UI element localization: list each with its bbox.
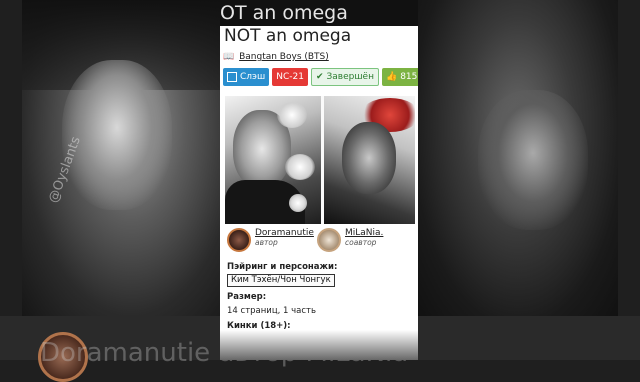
cover-flower: [277, 102, 307, 128]
check-icon: ✔: [315, 72, 324, 82]
coauthor-avatar[interactable]: [317, 228, 341, 252]
status-badge[interactable]: ✔ Завершён: [310, 68, 379, 86]
fandom-line: 📖 Bangtan Boys (BTS): [223, 52, 329, 62]
author-name[interactable]: Doramanutie: [255, 228, 314, 238]
coauthor-role: соавтор: [345, 238, 377, 247]
direction-badge[interactable]: Слэш: [223, 68, 270, 86]
bg-left-face: [62, 60, 172, 210]
cover-flower: [285, 154, 315, 180]
author-avatar[interactable]: [227, 228, 251, 252]
fandom-link[interactable]: Bangtan Boys (BTS): [239, 52, 329, 62]
size-heading: Размер:: [227, 292, 267, 302]
status-label: Завершён: [326, 72, 374, 82]
cover-image[interactable]: [225, 96, 415, 224]
pairing-tag[interactable]: Ким Тэхён/Чон Чонгук: [227, 274, 335, 287]
coauthor-name[interactable]: MiLaNia.: [345, 228, 383, 238]
slash-square-icon: [227, 72, 237, 82]
bg-right-face: [478, 90, 588, 230]
authors-row: Doramanutie автор MiLaNia. соавтор: [227, 228, 413, 256]
pairing-section: Пэйринг и персонажи: Ким Тэхён/Чон Чонгу…: [227, 262, 337, 287]
pairing-heading: Пэйринг и персонажи:: [227, 262, 338, 272]
author-entry[interactable]: Doramanutie автор: [227, 228, 314, 252]
likes-badge[interactable]: 👍 815: [381, 68, 418, 86]
fanfic-card: OT an omega NOT an omega 📖 Bangtan Boys …: [220, 0, 418, 360]
cover-right-portrait: [324, 96, 415, 224]
rating-label: NC-21: [276, 72, 304, 82]
direction-label: Слэш: [240, 72, 266, 82]
work-title[interactable]: NOT an omega: [224, 26, 351, 46]
author-role: автор: [255, 238, 278, 247]
badges-row: Слэш NC-21 ✔ Завершён 👍 815: [223, 68, 418, 86]
rating-badge[interactable]: NC-21: [272, 68, 308, 86]
background-right-image: [418, 0, 618, 316]
coauthor-entry[interactable]: MiLaNia. соавтор: [317, 228, 383, 252]
background-left-image: @Oyslants: [22, 0, 220, 316]
scrolled-title-ghost: OT an omega: [220, 0, 418, 26]
likes-count: 815: [400, 72, 418, 82]
thumbs-up-icon: 👍: [385, 72, 398, 82]
cover-right-head: [342, 122, 396, 194]
size-section: Размер: 14 страниц, 1 часть: [227, 292, 316, 316]
size-value: 14 страниц, 1 часть: [227, 306, 316, 316]
book-icon: 📖: [223, 52, 235, 62]
card-bottom-fade: [220, 330, 418, 360]
cover-light-orb: [289, 194, 307, 212]
